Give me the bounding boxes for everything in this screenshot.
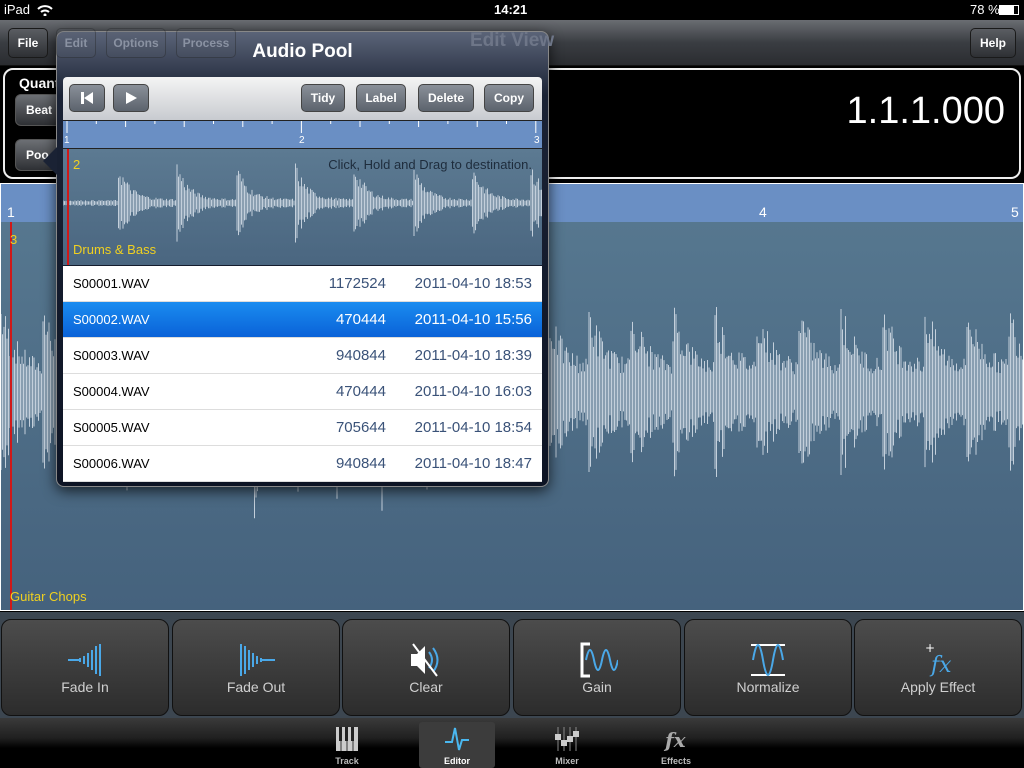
tab-label: Track xyxy=(335,756,359,766)
audio-pool-popover: Audio Pool Tidy Label Delete Copy 1 2 3 … xyxy=(43,31,549,487)
track-number: 3 xyxy=(10,232,18,247)
file-size: 470444 xyxy=(335,383,386,400)
tab-label: Mixer xyxy=(555,756,579,766)
normalize-button[interactable]: Normalize xyxy=(684,619,852,716)
file-date: 2011-04-10 18:53 xyxy=(414,275,532,292)
apply-effect-button[interactable]: + fx Apply Effect xyxy=(854,619,1022,716)
wifi-icon xyxy=(37,5,53,16)
file-date: 2011-04-10 18:54 xyxy=(414,419,532,436)
file-size: 705644 xyxy=(335,419,386,436)
tab-editor[interactable]: Editor xyxy=(419,722,495,768)
mute-icon xyxy=(411,643,439,677)
popover-arrow xyxy=(43,147,57,175)
file-name: S00002.WAV xyxy=(73,312,150,327)
button-label: Fade Out xyxy=(226,679,286,695)
file-size: 470444 xyxy=(335,311,386,328)
file-size: 940844 xyxy=(335,455,386,472)
button-label: Apply Effect xyxy=(900,679,976,695)
ruler-mark: 5 xyxy=(1011,204,1019,220)
quantize-label: Quant xyxy=(19,75,60,91)
file-name: S00003.WAV xyxy=(73,348,150,363)
tab-mixer[interactable]: Mixer xyxy=(529,722,605,768)
gain-button[interactable]: Gain xyxy=(513,619,681,716)
preview-playhead xyxy=(67,149,69,265)
button-label: Gain xyxy=(582,679,612,695)
file-date: 2011-04-10 18:47 xyxy=(414,455,532,472)
delete-button[interactable]: Delete xyxy=(418,84,474,112)
clock: 14:21 xyxy=(494,2,528,17)
piano-icon xyxy=(336,727,358,751)
pool-toolbar: Tidy Label Delete Copy xyxy=(63,77,542,120)
help-button[interactable]: Help xyxy=(970,28,1016,58)
copy-button[interactable]: Copy xyxy=(484,84,534,112)
ruler-mark: 2 xyxy=(299,135,305,146)
file-button[interactable]: File xyxy=(8,28,48,58)
file-date: 2011-04-10 15:56 xyxy=(414,311,532,328)
preview-number: 2 xyxy=(73,157,81,172)
play-button[interactable] xyxy=(113,84,149,112)
skip-back-icon xyxy=(81,92,93,104)
ruler-mark: 1 xyxy=(64,135,70,146)
preview-name: Drums & Bass xyxy=(73,242,157,257)
label-button[interactable]: Label xyxy=(356,84,406,112)
gain-icon xyxy=(580,642,618,678)
edit-actions: Fade In Fade Out Clear Gain Normalize + f… xyxy=(0,612,1024,718)
file-name: S00001.WAV xyxy=(73,276,150,291)
file-row[interactable]: S00001.WAV 1172524 2011-04-10 18:53 xyxy=(63,266,542,302)
tab-bar: Track Editor Mixer fx Effects xyxy=(0,718,1024,768)
battery-percent: 78 % xyxy=(970,2,1000,17)
ruler-mark: 1 xyxy=(7,204,15,220)
battery-icon xyxy=(999,5,1019,15)
file-date: 2011-04-10 18:39 xyxy=(414,347,532,364)
waveform-path xyxy=(62,163,542,243)
button-label: Normalize xyxy=(736,679,800,695)
pool-preview[interactable]: 2 Click, Hold and Drag to destination. D… xyxy=(62,149,542,265)
track-name: Guitar Chops xyxy=(10,589,87,604)
file-row[interactable]: S00003.WAV 940844 2011-04-10 18:39 xyxy=(63,338,542,374)
file-row[interactable]: S00005.WAV 705644 2011-04-10 18:54 xyxy=(63,410,542,446)
device-name: iPad xyxy=(4,2,31,17)
fade-in-icon xyxy=(68,644,101,676)
file-name: S00005.WAV xyxy=(73,420,150,435)
fade-out-icon xyxy=(240,644,275,676)
process-button[interactable]: Process xyxy=(176,28,236,58)
button-label: Fade In xyxy=(61,679,109,695)
playhead[interactable] xyxy=(10,222,12,610)
play-icon xyxy=(126,92,137,104)
waveform-icon xyxy=(445,727,469,751)
timecode-display: 1.1.1.000 xyxy=(846,90,1005,132)
file-row[interactable]: S00006.WAV 940844 2011-04-10 18:47 xyxy=(63,446,542,482)
effects-icon: fx xyxy=(663,728,687,752)
file-row[interactable]: S00004.WAV 470444 2011-04-10 16:03 xyxy=(63,374,542,410)
fx-icon: +fx xyxy=(925,642,952,678)
file-size: 940844 xyxy=(335,347,386,364)
button-label: Clear xyxy=(409,679,443,695)
fade-out-button[interactable]: Fade Out xyxy=(172,619,340,716)
file-name: S00006.WAV xyxy=(73,456,150,471)
edit-button[interactable]: Edit xyxy=(56,28,96,58)
tab-label: Editor xyxy=(444,756,470,766)
file-size: 1172524 xyxy=(328,275,386,292)
tab-track[interactable]: Track xyxy=(309,722,385,768)
tab-effects[interactable]: fx Effects xyxy=(638,722,714,768)
svg-text:fx: fx xyxy=(929,653,952,678)
options-button[interactable]: Options xyxy=(106,28,166,58)
tidy-button[interactable]: Tidy xyxy=(301,84,345,112)
clear-button[interactable]: Clear xyxy=(342,619,510,716)
fade-in-button[interactable]: Fade In xyxy=(1,619,169,716)
ruler-mark: 3 xyxy=(534,135,540,146)
status-bar: iPad 14:21 78 % xyxy=(0,0,1024,20)
ruler-mark: 4 xyxy=(759,204,767,220)
svg-text:fx: fx xyxy=(663,728,687,752)
tab-label: Effects xyxy=(660,756,691,766)
drag-hint: Click, Hold and Drag to destination. xyxy=(328,157,532,172)
file-date: 2011-04-10 16:03 xyxy=(414,383,532,400)
normalize-icon xyxy=(751,644,785,676)
file-list: S00001.WAV 1172524 2011-04-10 18:53 S00002.… xyxy=(63,266,542,482)
file-name: S00004.WAV xyxy=(73,384,150,399)
rewind-button[interactable] xyxy=(69,84,105,112)
file-row[interactable]: S00002.WAV 470444 2011-04-10 15:56 xyxy=(63,302,542,338)
pool-ruler[interactable]: 1 2 3 xyxy=(63,120,542,149)
mixer-icon xyxy=(555,727,579,751)
